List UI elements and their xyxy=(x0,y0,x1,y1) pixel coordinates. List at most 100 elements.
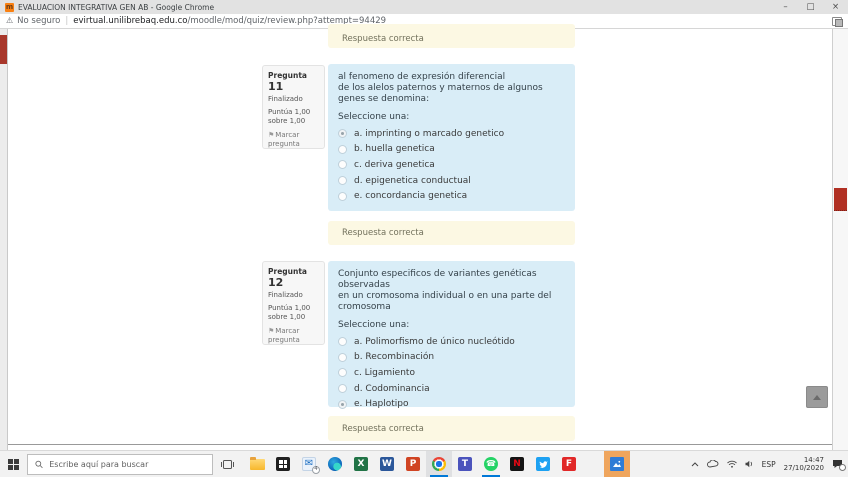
task-view-icon xyxy=(220,459,234,469)
flag-label-line1[interactable]: Marcar xyxy=(275,327,299,335)
option-row[interactable]: e. Haplotipo xyxy=(338,396,565,412)
option-row[interactable]: d. epigenetica conductual xyxy=(338,173,565,189)
taskbar-app-word[interactable]: W xyxy=(374,451,400,477)
option-label: c. Ligamiento xyxy=(354,367,415,378)
word-icon: W xyxy=(380,457,394,471)
flag-label-line2[interactable]: pregunta xyxy=(268,336,319,345)
question-grade-line2: sobre 1,00 xyxy=(268,313,306,321)
network-tray-button[interactable] xyxy=(726,460,737,468)
taskbar-app-twitter[interactable] xyxy=(530,451,556,477)
search-input[interactable] xyxy=(49,459,205,469)
chevron-up-icon xyxy=(691,461,698,466)
netflix-icon: N xyxy=(510,457,524,471)
radio-button[interactable] xyxy=(338,144,347,154)
taskbar-app-flipboard[interactable]: F xyxy=(556,451,582,477)
taskbar-app-mail[interactable]: ✉ 4 xyxy=(296,451,322,477)
images-blocked-icon[interactable] xyxy=(832,16,843,27)
taskbar-app-netflix[interactable]: N xyxy=(504,451,530,477)
option-row[interactable]: c. Ligamiento xyxy=(338,365,565,381)
taskbar-clock[interactable]: 14:47 27/10/2020 xyxy=(784,456,824,473)
taskbar-app-teams[interactable]: T xyxy=(452,451,478,477)
taskbar-app-photos[interactable] xyxy=(604,451,630,477)
url-domain[interactable]: evirtual.unilibrebaq.edu.co xyxy=(73,16,187,26)
radio-button[interactable] xyxy=(338,160,347,170)
volume-tray-button[interactable] xyxy=(745,460,754,468)
taskbar: ✉4 XWP T ☎ N F xyxy=(0,450,848,477)
radio-button[interactable] xyxy=(338,384,347,394)
action-center-button[interactable] xyxy=(832,459,846,471)
taskbar-app-file-explorer[interactable] xyxy=(244,451,270,477)
radio-button[interactable] xyxy=(338,129,347,139)
question-number: 11 xyxy=(268,80,284,93)
option-label: e. Haplotipo xyxy=(354,399,409,410)
onedrive-tray-button[interactable] xyxy=(706,460,719,468)
option-row[interactable]: b. Recombinación xyxy=(338,350,565,366)
tray-date: 27/10/2020 xyxy=(783,464,824,472)
answer-prompt: Seleccione una: xyxy=(338,112,410,122)
left-scrollbar-thumb[interactable] xyxy=(0,35,7,64)
close-button[interactable]: × xyxy=(823,0,848,14)
content-bottom-divider xyxy=(8,444,832,445)
radio-button[interactable] xyxy=(338,176,347,186)
flag-label-line2[interactable]: pregunta xyxy=(268,140,319,149)
feedback-box-question-12: Respuesta correcta xyxy=(328,416,575,441)
taskbar-app-microsoft-store[interactable] xyxy=(270,451,296,477)
answer-prompt: Seleccione una: xyxy=(338,320,410,330)
radio-button[interactable] xyxy=(338,368,347,378)
option-row[interactable]: e. concordancia genetica xyxy=(338,188,565,204)
feedback-box-question-11: Respuesta correcta xyxy=(328,221,575,245)
question-text-line: en un cromosoma individual o en una part… xyxy=(338,291,552,301)
taskbar-app-edge[interactable] xyxy=(322,451,348,477)
flag-label-line1[interactable]: Marcar xyxy=(275,131,299,139)
taskbar-app-chrome[interactable] xyxy=(426,451,452,477)
flag-icon: ⚑ xyxy=(268,327,275,335)
tray-time: 14:47 xyxy=(803,455,824,464)
question-text-line: de los alelos paternos y maternos de alg… xyxy=(338,83,543,93)
file-explorer-icon xyxy=(249,456,265,470)
question-state: Finalizado xyxy=(268,95,303,103)
taskbar-app-excel[interactable]: X xyxy=(348,451,374,477)
option-row[interactable]: c. deriva genetica xyxy=(338,157,565,173)
chevron-up-icon xyxy=(813,394,821,400)
taskbar-search[interactable] xyxy=(27,453,213,475)
notification-badge xyxy=(839,464,846,471)
option-label: e. concordancia genetica xyxy=(354,191,468,202)
option-label: b. Recombinación xyxy=(354,352,435,363)
start-button[interactable] xyxy=(0,451,27,477)
right-scrollbar-thumb[interactable] xyxy=(834,188,847,211)
task-view-button[interactable] xyxy=(213,451,241,477)
option-row[interactable]: d. Codominancia xyxy=(338,381,565,397)
option-row[interactable]: a. imprinting o marcado genetico xyxy=(338,126,565,142)
speaker-icon xyxy=(745,460,752,468)
option-row[interactable]: a. Polimorfismo de único nucleótido xyxy=(338,334,565,350)
question-text-line: Conjunto especificos de variantes genéti… xyxy=(338,269,537,290)
radio-button[interactable] xyxy=(338,352,347,362)
search-icon xyxy=(35,460,43,468)
moodle-favicon-icon: m xyxy=(5,2,14,12)
question-11-info-panel: Pregunta 11 Finalizado Puntúa 1,00 sobre… xyxy=(262,65,325,149)
option-label: a. imprinting o marcado genetico xyxy=(354,128,505,139)
window-title: EVALUACION INTEGRATIVA GEN AB - Google C… xyxy=(18,2,215,12)
option-row[interactable]: b. huella genetica xyxy=(338,142,565,158)
microsoft-store-icon xyxy=(276,457,290,471)
radio-button[interactable] xyxy=(338,399,347,409)
question-grade-line1: Puntúa 1,00 xyxy=(268,304,311,312)
left-scrollbar-track[interactable] xyxy=(0,29,8,450)
maximize-button[interactable]: □ xyxy=(798,0,823,14)
radio-button[interactable] xyxy=(338,191,347,201)
security-label[interactable]: No seguro xyxy=(17,16,60,26)
flag-question-link[interactable]: ⚑Marcar pregunta xyxy=(268,131,319,149)
language-indicator[interactable]: ESP xyxy=(762,460,776,469)
taskbar-app-powerpoint[interactable]: P xyxy=(400,451,426,477)
option-label: b. huella genetica xyxy=(354,144,435,155)
right-scrollbar-track[interactable] xyxy=(832,29,848,450)
minimize-button[interactable]: – xyxy=(773,0,798,14)
options-list: a. imprinting o marcado genetico b. huel… xyxy=(338,126,565,204)
question-label: Pregunta xyxy=(268,71,307,80)
flag-question-link[interactable]: ⚑Marcar pregunta xyxy=(268,327,319,345)
back-to-top-button[interactable] xyxy=(806,386,828,408)
taskbar-app-whatsapp[interactable]: ☎ xyxy=(478,451,504,477)
radio-button[interactable] xyxy=(338,337,347,347)
whatsapp-icon: ☎ xyxy=(484,457,498,471)
tray-expand-button[interactable] xyxy=(691,461,699,467)
